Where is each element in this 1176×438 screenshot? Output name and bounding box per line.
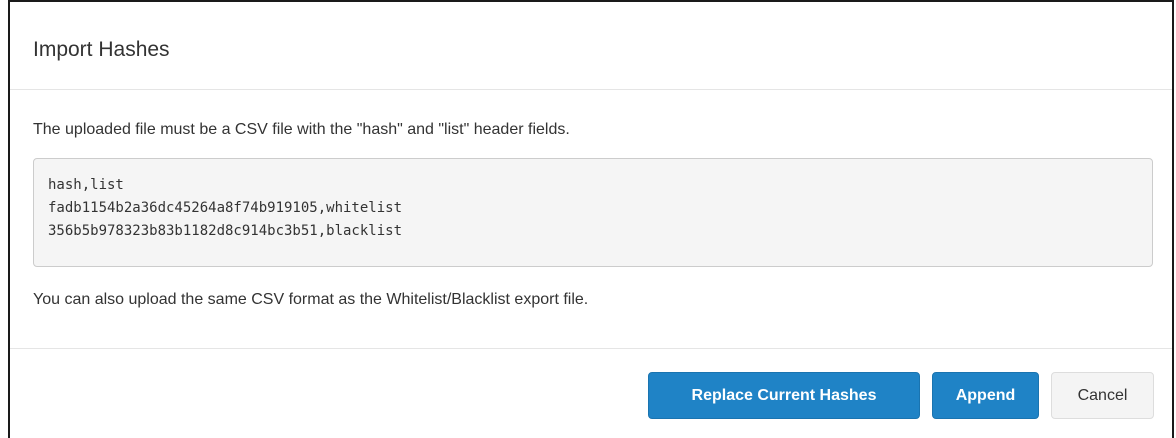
csv-example-block: hash,list fadb1154b2a36dc45264a8f74b91910…	[33, 158, 1153, 267]
csv-requirement-text: The uploaded file must be a CSV file wit…	[33, 121, 570, 138]
append-button[interactable]: Append	[932, 372, 1039, 419]
dialog-header: Import Hashes	[10, 2, 1172, 90]
dialog-footer: Replace Current Hashes Append Cancel	[10, 348, 1172, 438]
csv-example-line: hash,list	[48, 177, 124, 193]
screen: Import Hashes The uploaded file must be …	[0, 0, 1176, 438]
import-hashes-dialog: Import Hashes The uploaded file must be …	[10, 2, 1172, 438]
replace-current-hashes-button[interactable]: Replace Current Hashes	[648, 372, 920, 419]
dialog-body: The uploaded file must be a CSV file wit…	[10, 90, 1172, 348]
dialog-title: Import Hashes	[33, 38, 170, 61]
cancel-button[interactable]: Cancel	[1051, 372, 1154, 419]
export-format-note: You can also upload the same CSV format …	[33, 291, 589, 308]
window-border-right	[1172, 0, 1174, 438]
csv-example-line: fadb1154b2a36dc45264a8f74b919105,whiteli…	[48, 200, 403, 216]
csv-example-line: 356b5b978323b83b1182d8c914bc3b51,blackli…	[48, 223, 403, 239]
